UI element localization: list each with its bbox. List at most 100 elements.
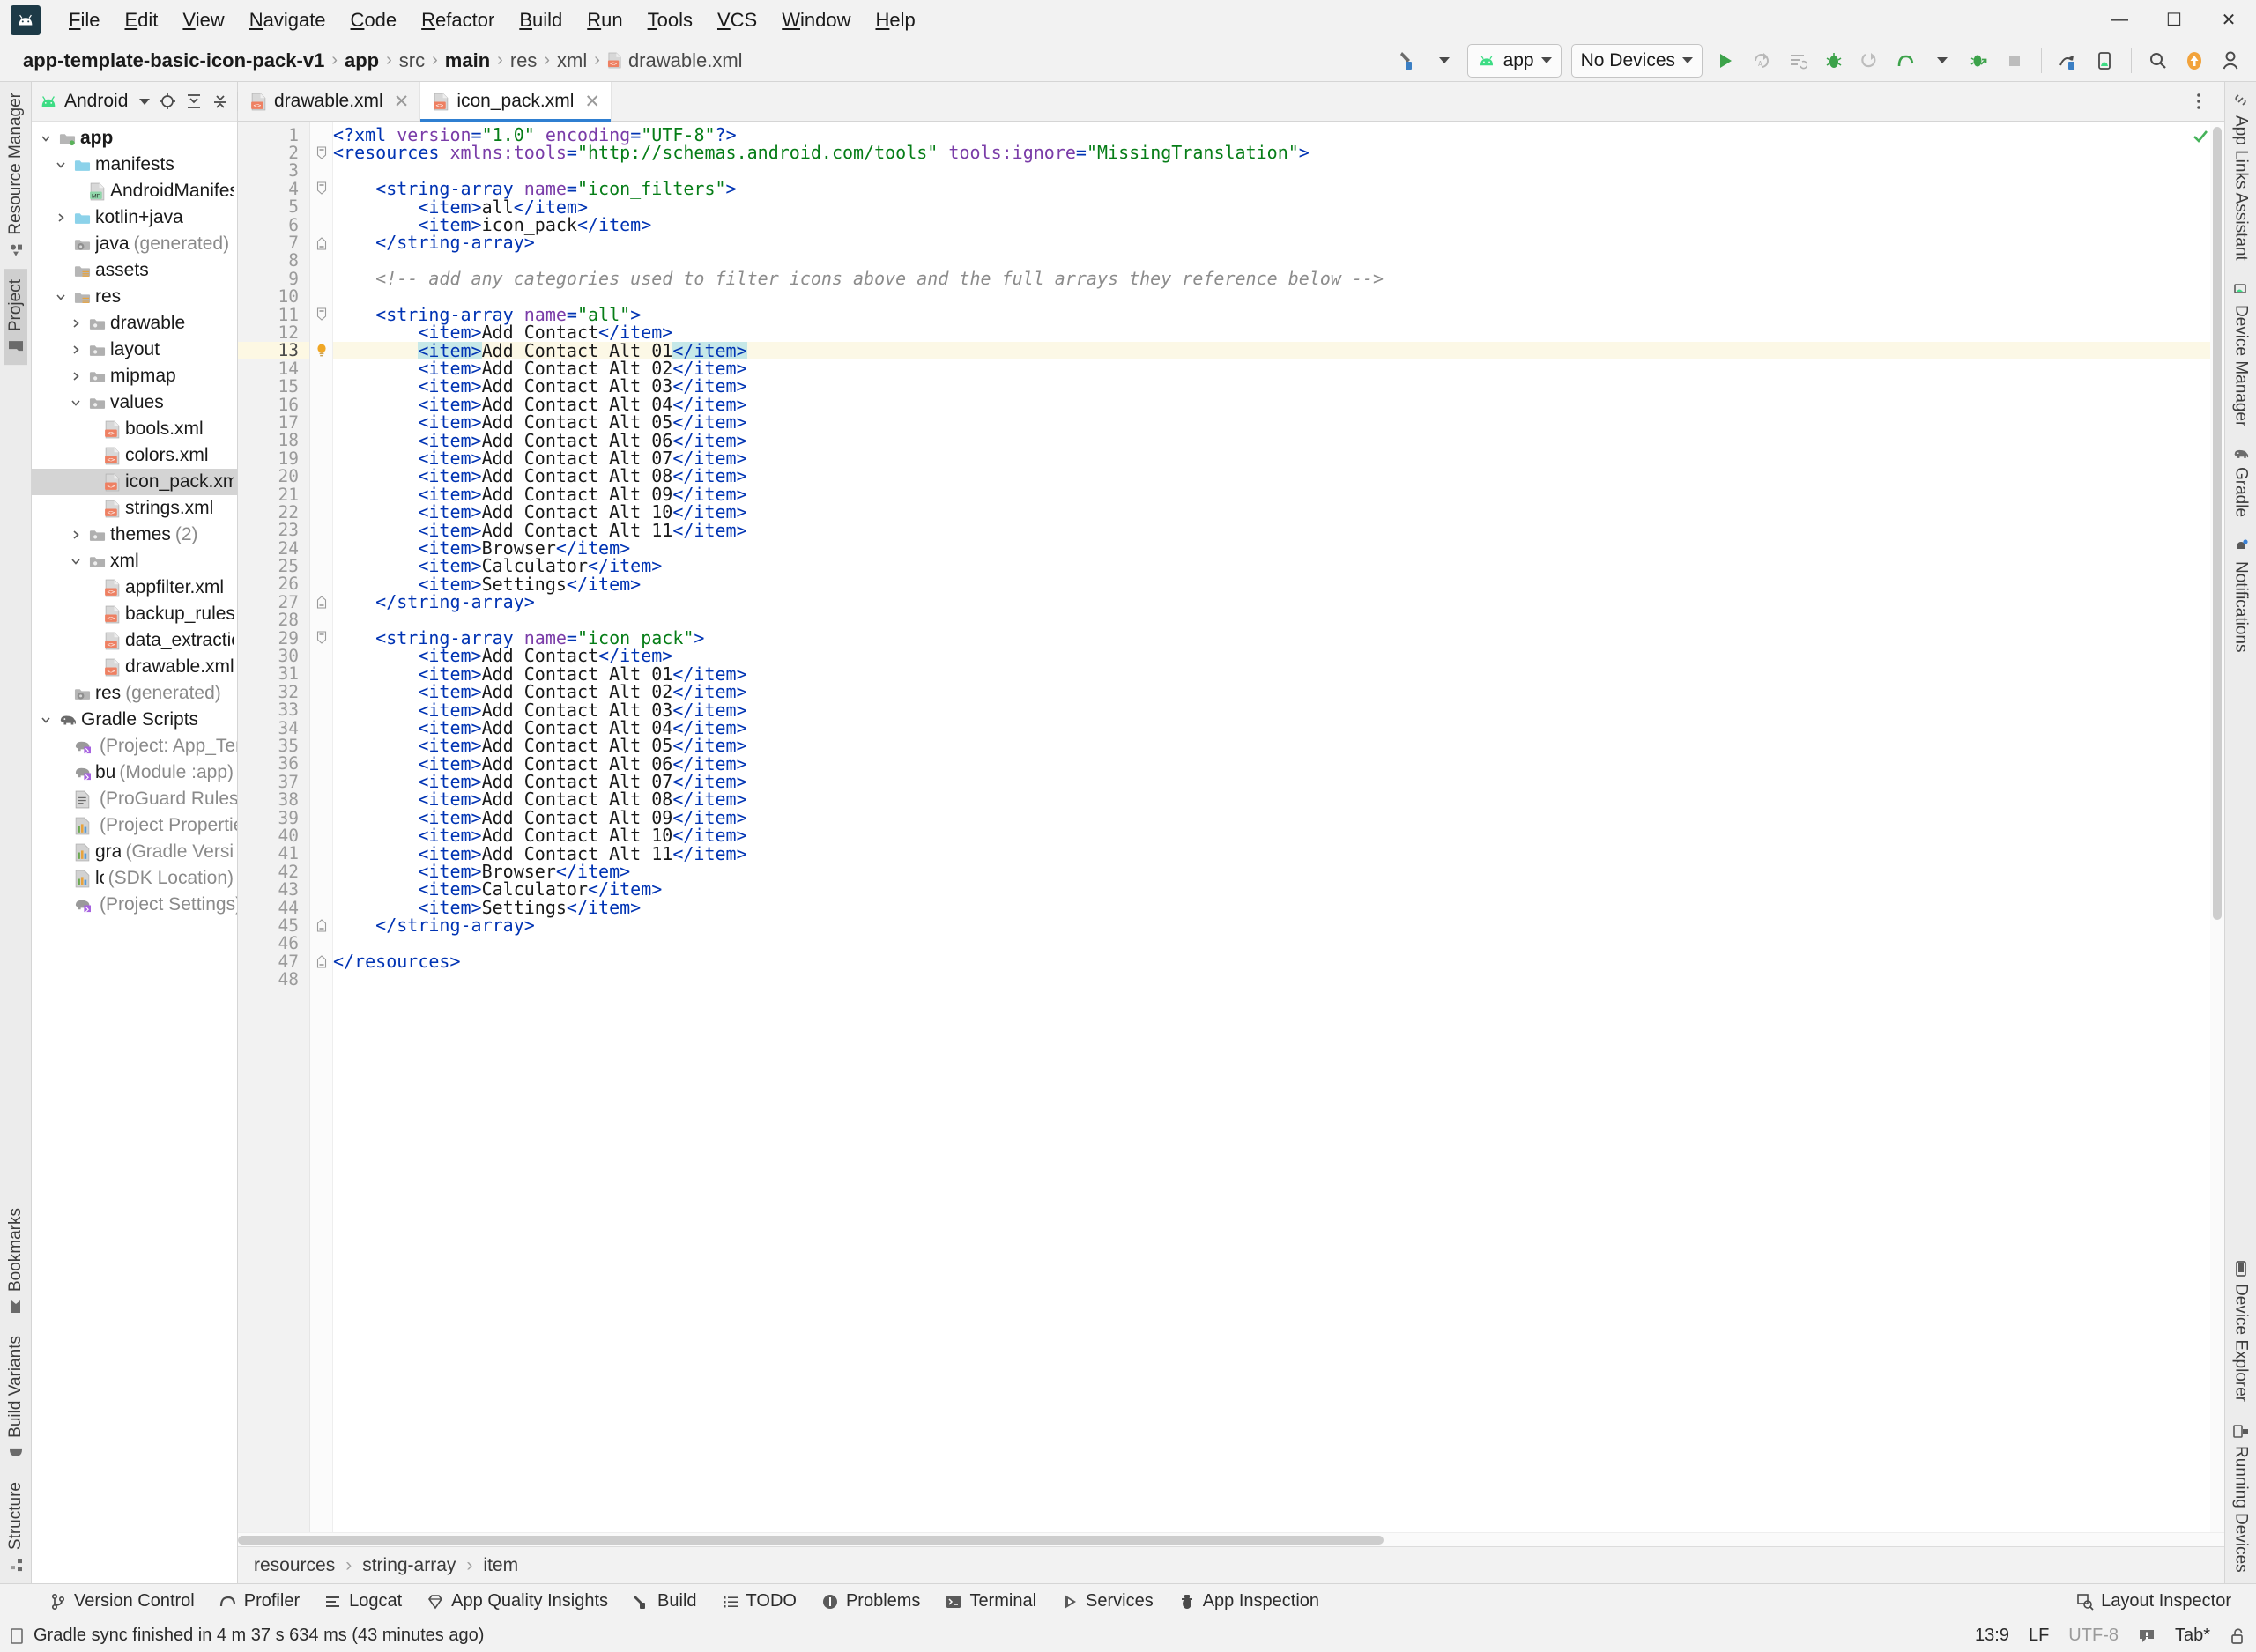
code-line[interactable] — [333, 935, 2224, 952]
tool-stripe-button-build-variants[interactable]: Build Variants — [4, 1325, 27, 1471]
tree-node-local-properties[interactable]: local.properties (SDK Location) — [32, 865, 237, 892]
breadcrumb-item-res[interactable]: res — [505, 48, 543, 74]
indent-widget[interactable]: Tab* — [2175, 1626, 2210, 1646]
code-line[interactable]: <item> Add Contact Alt 01 </item> — [333, 341, 2224, 359]
close-icon[interactable]: ✕ — [581, 91, 600, 113]
tree-node-androidmanifest-xml[interactable]: MF AndroidManifest.xml — [32, 178, 237, 204]
close-icon[interactable]: ✕ — [390, 91, 410, 113]
tool-stripe-button-device-explorer[interactable]: Device Explorer — [2230, 1250, 2252, 1412]
menu-navigate[interactable]: Navigate — [237, 5, 338, 35]
tool-stripe-button-running-devices[interactable]: Running Devices — [2230, 1412, 2252, 1583]
code-line[interactable]: <resources xmlns:tools = "http://schemas.a… — [333, 144, 2224, 162]
tree-node-proguard-rules-pro[interactable]: proguard-rules.pro (ProGuard Rules for — [32, 786, 237, 812]
line-separator-widget[interactable]: LF — [2029, 1626, 2049, 1646]
breadcrumb-item-app[interactable]: app — [339, 48, 384, 74]
search-everywhere-button[interactable] — [2141, 44, 2175, 78]
tool-button-services[interactable]: Services — [1049, 1589, 1166, 1614]
menu-vcs[interactable]: VCS — [705, 5, 769, 35]
tree-node-appfilter-xml[interactable]: <> appfilter.xml — [32, 574, 237, 601]
menu-edit[interactable]: Edit — [112, 5, 170, 35]
code-line[interactable]: <item> Add Contact Alt 06 </item> — [333, 431, 2224, 449]
tool-stripe-button-device-manager[interactable]: Device Manager — [2230, 271, 2252, 437]
fold-marker-open[interactable] — [310, 180, 332, 197]
chevron-down-icon[interactable] — [1926, 44, 1959, 78]
code-line[interactable]: <item> Add Contact Alt 04 </item> — [333, 718, 2224, 737]
stop-button[interactable] — [1998, 44, 2031, 78]
tree-node-gradle-properties[interactable]: gradle.properties (Project Properties) — [32, 812, 237, 839]
fold-marker-open[interactable] — [310, 144, 332, 161]
chevron-right-icon[interactable] — [52, 211, 70, 224]
code-line[interactable]: <item> Calculator </item> — [333, 880, 2224, 899]
code-line[interactable]: <item> Add Contact Alt 05 </item> — [333, 737, 2224, 755]
maximize-button[interactable]: ☐ — [2147, 0, 2201, 40]
code-text-area[interactable]: <?xml version = "1.0" encoding = "UTF-8" ?> <r… — [333, 122, 2224, 1532]
chevron-down-icon[interactable] — [37, 714, 55, 726]
more-vertical-icon[interactable] — [2182, 85, 2215, 118]
run-configuration-selector[interactable]: app — [1466, 43, 1562, 78]
tool-stripe-button-bookmarks[interactable]: Bookmarks — [4, 1197, 27, 1325]
code-line[interactable] — [333, 970, 2224, 988]
menu-help[interactable]: Help — [863, 5, 927, 35]
editor-breadcrumb-item-resources[interactable]: resources — [254, 1555, 335, 1576]
fold-marker-close[interactable] — [310, 233, 332, 251]
code-line[interactable] — [333, 288, 2224, 306]
tool-stripe-button-app-links-assistant[interactable]: App Links Assistant — [2230, 82, 2252, 271]
run-with-coverage-button[interactable] — [1962, 44, 1995, 78]
chevron-down-icon[interactable] — [37, 132, 55, 144]
tree-node-colors-xml[interactable]: <> colors.xml — [32, 442, 237, 469]
menu-build[interactable]: Build — [507, 5, 575, 35]
editor-breadcrumb-item-string-array[interactable]: string-array — [362, 1555, 456, 1576]
build-icon[interactable] — [1391, 44, 1425, 78]
attach-debugger-button[interactable] — [1853, 44, 1887, 78]
collapse-all-icon[interactable] — [208, 89, 233, 114]
code-line[interactable]: </string-array> — [333, 916, 2224, 935]
tree-node-kotlin-java[interactable]: kotlin+java — [32, 204, 237, 231]
chevron-right-icon[interactable] — [67, 344, 85, 356]
tree-node-manifests[interactable]: manifests — [32, 152, 237, 178]
editor-tab-drawable-xml[interactable]: <> drawable.xml ✕ — [238, 82, 421, 121]
tool-stripe-button-project[interactable]: Project — [4, 268, 27, 365]
hscrollbar-thumb[interactable] — [238, 1536, 1384, 1545]
breadcrumb-item-app-template-basic-icon-pack-v1[interactable]: app-template-basic-icon-pack-v1 — [18, 48, 330, 74]
tree-node-backup-rules-xml[interactable]: <> backup_rules.xml — [32, 601, 237, 627]
code-line[interactable]: <item> Add Contact Alt 09 </item> — [333, 808, 2224, 826]
fold-marker-close[interactable] — [310, 593, 332, 611]
code-line[interactable]: <item> Add Contact Alt 08 </item> — [333, 790, 2224, 809]
tree-node-xml[interactable]: xml — [32, 548, 237, 574]
code-line[interactable]: <item> Add Contact Alt 06 </item> — [333, 754, 2224, 773]
inspections-widget-icon[interactable] — [2138, 1627, 2156, 1645]
tree-node-mipmap[interactable]: mipmap — [32, 363, 237, 389]
breadcrumb-item-drawable-xml[interactable]: <> drawable.xml — [602, 48, 748, 74]
code-line[interactable]: <item> Add Contact Alt 07 </item> — [333, 773, 2224, 791]
menu-window[interactable]: Window — [769, 5, 863, 35]
apply-code-changes-button[interactable] — [1781, 44, 1814, 78]
tool-button-app-quality-insights[interactable]: App Quality Insights — [414, 1589, 620, 1614]
chevron-down-icon[interactable] — [67, 555, 85, 567]
tool-button-build[interactable]: Build — [620, 1589, 709, 1614]
code-line[interactable] — [333, 162, 2224, 180]
code-line[interactable]: <item> Add Contact Alt 10 </item> — [333, 826, 2224, 845]
event-log-icon[interactable] — [9, 1627, 25, 1645]
code-line[interactable]: <item> Add Contact Alt 02 </item> — [333, 683, 2224, 701]
fold-marker-close[interactable] — [310, 952, 332, 970]
encoding-widget[interactable]: UTF-8 — [2068, 1626, 2119, 1646]
code-line[interactable]: <string-array name = "icon_pack" > — [333, 629, 2224, 648]
select-opened-file-icon[interactable] — [155, 89, 180, 114]
tree-node-res[interactable]: res — [32, 284, 237, 310]
code-line[interactable]: <item> all </item> — [333, 197, 2224, 216]
fold-marker-open[interactable] — [310, 306, 332, 323]
editor-breadcrumb-item-item[interactable]: item — [483, 1555, 518, 1576]
code-line[interactable]: <item> Add Contact Alt 09 </item> — [333, 485, 2224, 503]
project-view-selector[interactable]: Android — [39, 91, 151, 112]
scrollbar-thumb[interactable] — [2213, 127, 2222, 920]
chevron-right-icon[interactable] — [67, 370, 85, 382]
tree-node-strings-xml[interactable]: <> strings.xml — [32, 495, 237, 522]
tool-button-problems[interactable]: Problems — [809, 1589, 932, 1614]
tool-button-version-control[interactable]: Version Control — [37, 1589, 207, 1614]
chevron-down-icon[interactable] — [52, 291, 70, 303]
code-line[interactable]: <item> Add Contact </item> — [333, 323, 2224, 342]
editor-horizontal-scrollbar[interactable] — [238, 1532, 2224, 1546]
menu-view[interactable]: View — [170, 5, 236, 35]
chevron-right-icon[interactable] — [67, 529, 85, 541]
expand-all-icon[interactable] — [182, 89, 206, 114]
